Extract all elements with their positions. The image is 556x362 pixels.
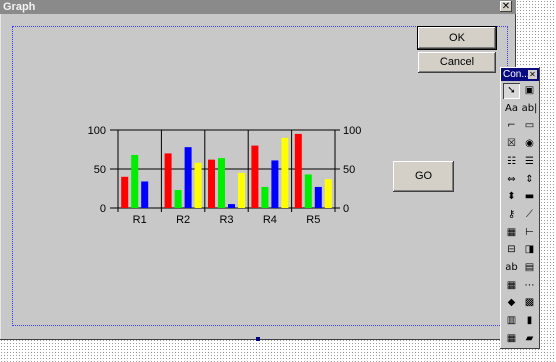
table-icon[interactable]: ▦ bbox=[503, 278, 520, 294]
combobox-icon[interactable]: ☷ bbox=[503, 154, 520, 170]
tabstrip-icon[interactable]: ⊟ bbox=[503, 242, 520, 258]
colorbars-icon[interactable]: ▰ bbox=[521, 331, 538, 347]
bar-r2-s2 bbox=[174, 190, 182, 208]
control-toolbox: Con... ✕ ➘ ▣ Aa ab| ⌐ ▭ ☒ ◉ ☷ ☰ ⇔ ⇕ ⬍ ▬ ⚷ ⟋ ▦ ⊢ ⊟ ◨ ab ▤ ▦ ⋯ ◆ ▩ ▥… bbox=[500, 67, 540, 349]
spinbutton-icon[interactable]: ⬍ bbox=[503, 189, 520, 205]
bar-r2-s1 bbox=[164, 153, 172, 208]
y-tick-label-left: 50 bbox=[94, 164, 106, 176]
y-tick-label-right: 50 bbox=[343, 164, 355, 176]
richtext-icon[interactable]: ab bbox=[503, 260, 520, 276]
bar-r1-s2 bbox=[131, 154, 139, 208]
form-icon[interactable]: ▩ bbox=[521, 295, 538, 311]
optionbutton-icon[interactable]: ◉ bbox=[521, 136, 538, 152]
bar-r4-s3 bbox=[271, 160, 279, 208]
textbox-icon[interactable]: ab| bbox=[521, 101, 538, 117]
vscrollbar-icon[interactable]: ⇕ bbox=[521, 172, 538, 188]
pointer-icon[interactable]: ➘ bbox=[503, 83, 520, 99]
line-icon[interactable]: ⟋ bbox=[521, 207, 538, 223]
bar-r2-s4 bbox=[194, 162, 202, 208]
dots-icon[interactable]: ⋯ bbox=[521, 278, 538, 294]
toolbox-close-icon[interactable]: ✕ bbox=[528, 70, 537, 79]
ole-icon[interactable]: ◆ bbox=[503, 295, 520, 311]
bar-r1-s3 bbox=[141, 181, 149, 208]
y-tick-label-right: 0 bbox=[343, 203, 349, 215]
shape-icon[interactable]: ◨ bbox=[521, 242, 538, 258]
tree-icon[interactable]: ⊢ bbox=[521, 225, 538, 241]
x-tick-label: R4 bbox=[263, 214, 277, 226]
grid-icon[interactable]: ▦ bbox=[503, 225, 520, 241]
form-window: Graph ✕ OK Cancel GO R1 R2 R3 R4 R5 100 100 50 5… bbox=[0, 0, 516, 341]
bar-r5-s4 bbox=[324, 179, 332, 208]
bar-r3-s4 bbox=[238, 172, 245, 208]
toolbox-title: Con... bbox=[503, 69, 530, 80]
checkbox-icon[interactable]: ☒ bbox=[503, 136, 520, 152]
bar-r4-s1 bbox=[251, 145, 259, 208]
bar-r3-s3 bbox=[228, 204, 235, 208]
toolbox-title-bar[interactable]: Con... ✕ bbox=[501, 68, 539, 81]
bar-r2-s3 bbox=[184, 147, 192, 208]
bar-r4-s2 bbox=[261, 186, 269, 208]
resize-handle[interactable] bbox=[256, 337, 260, 341]
bar-r3-s2 bbox=[218, 158, 225, 208]
x-tick-label: R1 bbox=[133, 214, 147, 226]
timer-icon[interactable]: ▬ bbox=[521, 189, 538, 205]
bar-r3-s1 bbox=[208, 159, 215, 208]
image-icon[interactable]: ▤ bbox=[521, 260, 538, 276]
bars-icon[interactable]: ▮ bbox=[521, 313, 538, 329]
data-icon[interactable]: ▦ bbox=[503, 331, 520, 347]
bar-r1-s1 bbox=[121, 176, 129, 208]
key-icon[interactable]: ⚷ bbox=[503, 207, 520, 223]
frame-icon[interactable]: ⌐ bbox=[503, 118, 520, 134]
chart-tool-icon[interactable]: ▥ bbox=[503, 313, 520, 329]
picturebox-icon[interactable]: ▣ bbox=[521, 83, 538, 99]
commandbutton-icon[interactable]: ▭ bbox=[521, 118, 538, 134]
bar-r5-s1 bbox=[294, 133, 302, 208]
y-tick-label-left: 100 bbox=[88, 125, 106, 137]
listbox-icon[interactable]: ☰ bbox=[521, 154, 538, 170]
y-tick-label-right: 100 bbox=[343, 125, 361, 137]
bar-r5-s3 bbox=[314, 186, 322, 208]
bar-r5-s2 bbox=[304, 174, 312, 208]
bar-r4-s4 bbox=[281, 137, 289, 208]
bar-chart[interactable]: R1 R2 R3 R4 R5 100 100 50 50 0 0 bbox=[0, 0, 516, 340]
x-tick-label: R5 bbox=[306, 214, 320, 226]
y-tick-label-left: 0 bbox=[100, 203, 106, 215]
x-tick-label: R3 bbox=[219, 214, 233, 226]
hscrollbar-icon[interactable]: ⇔ bbox=[503, 172, 520, 188]
label-icon[interactable]: Aa bbox=[503, 101, 520, 117]
x-tick-label: R2 bbox=[176, 214, 190, 226]
